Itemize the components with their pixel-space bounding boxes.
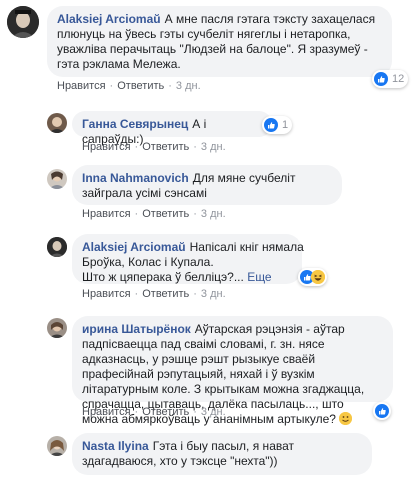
reply-link[interactable]: Ответить xyxy=(117,80,164,92)
comment-actions: Нравится · Ответить · 3 дн. xyxy=(82,141,226,153)
like-icon xyxy=(375,404,389,418)
comment-actions: Нравится · Ответить · 3 дн. xyxy=(82,208,226,220)
comment-time[interactable]: 3 дн. xyxy=(176,80,201,92)
like-link[interactable]: Нравится xyxy=(82,406,131,418)
comment-text-line: Броўка, Колас і Купала. xyxy=(82,255,214,269)
comment-author[interactable]: ирина Шатырёнок xyxy=(82,322,191,336)
comment-bubble: Alaksiej Arciomaŭ А мне пасля гэтага тэкс… xyxy=(47,6,392,77)
comment-bubble: Ганна Севярынец А і сапраўды:) xyxy=(72,111,272,146)
like-link[interactable]: Нравится xyxy=(57,80,106,92)
comment-author[interactable]: Ганна Севярынец xyxy=(82,117,188,131)
avatar[interactable] xyxy=(47,113,67,133)
comment-actions: Нравится · Ответить · 3 дн. xyxy=(82,406,226,418)
comment-time[interactable]: 3 дн. xyxy=(201,406,226,418)
user-photo-icon xyxy=(47,113,67,133)
like-link[interactable]: Нравится xyxy=(82,141,131,153)
reply-link[interactable]: Ответить xyxy=(142,288,189,300)
comment-actions: Нравится · Ответить · 3 дн. xyxy=(82,288,226,300)
comment-bubble: Alaksiej Arciomaŭ Напісалі кніг нямала Бр… xyxy=(72,234,304,284)
comment-author[interactable]: Inna Nahmanovich xyxy=(82,171,189,185)
comment-text-line: Што ж цяперака ў белліцэ?... xyxy=(82,270,244,284)
comment-author[interactable]: Nasta Ilyina xyxy=(82,439,149,453)
comment-bubble: Inna Nahmanovich Для мяне сучбеліт зайгра… xyxy=(72,165,342,205)
reaction-summary[interactable]: 1 xyxy=(262,116,293,134)
comment-bubble: ирина Шатырёнок Аўтарская рэцэнзія - аўта… xyxy=(72,316,393,426)
reply-link[interactable]: Ответить xyxy=(142,406,189,418)
avatar[interactable] xyxy=(47,318,67,338)
user-photo-icon xyxy=(47,237,67,257)
comment-bubble: Nasta Ilyina Гэта і быу пасыл, я нават зд… xyxy=(72,433,372,475)
avatar[interactable] xyxy=(7,6,39,38)
avatar[interactable] xyxy=(47,436,67,456)
haha-icon xyxy=(311,270,325,284)
user-photo-icon xyxy=(7,6,39,38)
like-link[interactable]: Нравится xyxy=(82,288,131,300)
comment-author[interactable]: Alaksiej Arciomaŭ xyxy=(57,12,161,26)
user-photo-icon xyxy=(47,318,67,338)
user-photo-icon xyxy=(47,169,67,189)
comment-time[interactable]: 3 дн. xyxy=(201,141,226,153)
like-icon xyxy=(374,72,388,86)
like-icon xyxy=(264,118,278,132)
avatar[interactable] xyxy=(47,169,67,189)
reaction-summary[interactable] xyxy=(298,268,327,286)
comment-actions: Нравится · Ответить · 3 дн. xyxy=(57,80,201,92)
user-photo-icon xyxy=(47,436,67,456)
avatar[interactable] xyxy=(47,237,67,257)
reaction-count: 12 xyxy=(392,73,405,85)
comment-author[interactable]: Alaksiej Arciomaŭ xyxy=(82,240,186,254)
reply-link[interactable]: Ответить xyxy=(142,208,189,220)
see-more-link[interactable]: Еще xyxy=(247,270,271,284)
like-link[interactable]: Нравится xyxy=(82,208,131,220)
reaction-summary[interactable]: 12 xyxy=(372,70,409,88)
reaction-count: 1 xyxy=(282,119,289,131)
comment-text-line: Напісалі кніг нямала xyxy=(189,240,304,254)
reaction-summary[interactable] xyxy=(373,402,391,420)
comment-time[interactable]: 3 дн. xyxy=(201,288,226,300)
smile-emoji-icon xyxy=(339,412,353,425)
reply-link[interactable]: Ответить xyxy=(142,141,189,153)
comment-time[interactable]: 3 дн. xyxy=(201,208,226,220)
